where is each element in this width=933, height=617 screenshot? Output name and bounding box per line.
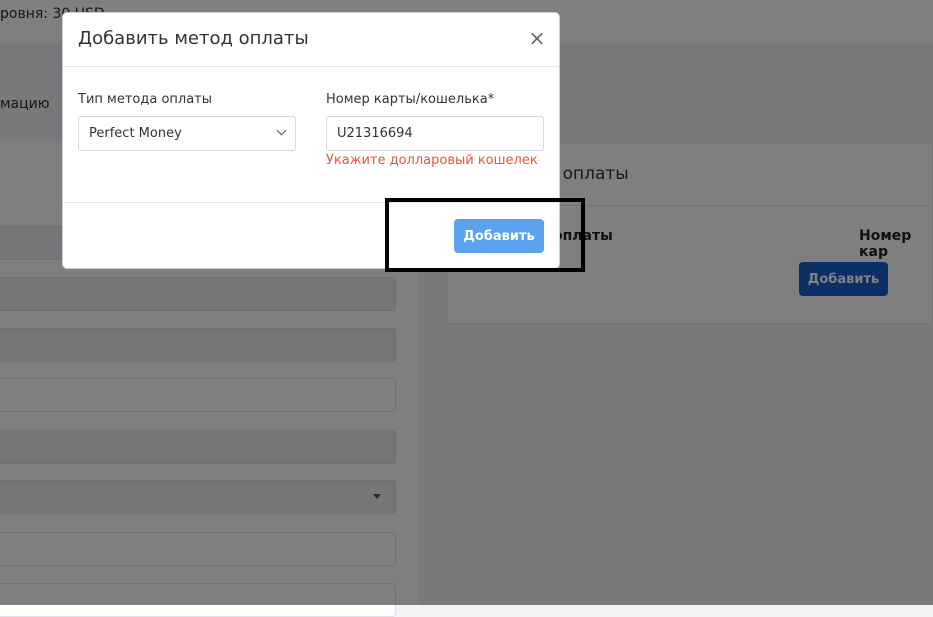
method-type-value: Perfect Money (89, 126, 182, 141)
card-number-input[interactable] (326, 116, 544, 151)
chevron-down-icon (276, 125, 287, 136)
modal-header: Добавить метод оплаты × (63, 13, 559, 67)
modal-title: Добавить метод оплаты (78, 28, 309, 49)
close-icon[interactable]: × (528, 28, 546, 48)
card-number-label: Номер карты/кошелька* (326, 92, 495, 107)
method-type-select[interactable]: Perfect Money (78, 116, 296, 151)
method-type-label: Тип метода оплаты (78, 92, 213, 107)
card-number-error: Укажите долларовый кошелек (326, 153, 538, 168)
highlight-box (385, 198, 585, 272)
